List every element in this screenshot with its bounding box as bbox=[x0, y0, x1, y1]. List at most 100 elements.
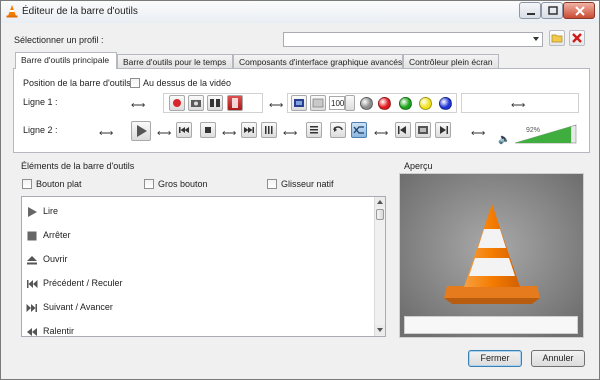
ab-loop-button[interactable] bbox=[207, 95, 223, 111]
list-item-label: Ralentir bbox=[43, 326, 75, 336]
loop-icon bbox=[333, 126, 343, 132]
spacer-icon[interactable]: ⟷ bbox=[374, 128, 388, 139]
skip-back-button[interactable] bbox=[395, 122, 411, 138]
record-button[interactable] bbox=[169, 95, 185, 111]
new-profile-button[interactable] bbox=[549, 30, 565, 46]
native-slider-checkbox[interactable] bbox=[267, 179, 277, 189]
frame-step-icon bbox=[232, 98, 238, 108]
list-item-stop[interactable]: Arrêter bbox=[26, 227, 371, 247]
tab-label: Barre d'outils principale bbox=[21, 55, 110, 65]
snapshot-button[interactable] bbox=[188, 95, 204, 111]
above-video-checkbox[interactable] bbox=[130, 78, 140, 88]
previous-button[interactable] bbox=[176, 122, 192, 138]
title-bar: Éditeur de la barre d'outils bbox=[1, 1, 599, 23]
volume-slider[interactable] bbox=[515, 124, 577, 144]
tab-time-toolbar[interactable]: Barre d'outils pour le temps bbox=[117, 54, 233, 69]
profile-label: Sélectionner un profil : bbox=[14, 35, 104, 45]
spacer-icon[interactable]: ⟷ bbox=[471, 128, 485, 139]
close-button[interactable] bbox=[563, 2, 595, 19]
color-button-green[interactable] bbox=[399, 97, 412, 110]
chevron-up-icon bbox=[377, 200, 383, 204]
spacer-icon[interactable]: ⟷ bbox=[269, 100, 283, 111]
list-item-label: Suivant / Avancer bbox=[43, 302, 113, 312]
skip-forward-button[interactable] bbox=[435, 122, 451, 138]
maximize-icon bbox=[548, 6, 558, 15]
flat-button-label: Bouton plat bbox=[36, 179, 82, 189]
cancel-button[interactable]: Annuler bbox=[531, 350, 585, 367]
frame-by-frame-button[interactable] bbox=[227, 95, 243, 111]
toolbar-editor-window: Éditeur de la barre d'outils Sélectionne… bbox=[0, 0, 600, 380]
stop-icon bbox=[205, 127, 211, 133]
minimize-button[interactable] bbox=[519, 2, 541, 19]
tab-advanced-widgets[interactable]: Composants d'interface graphique avancés bbox=[233, 54, 403, 69]
playlist-view-icon bbox=[312, 98, 324, 108]
profile-combobox[interactable] bbox=[283, 32, 543, 47]
tab-main-toolbar[interactable]: Barre d'outils principale bbox=[15, 52, 117, 69]
elements-list[interactable]: Lire Arrêter Ouvrir Précédent / Reculer … bbox=[21, 196, 386, 337]
color-button-blue[interactable] bbox=[439, 97, 452, 110]
equalizer-icon bbox=[265, 126, 273, 134]
delete-profile-button[interactable] bbox=[569, 30, 585, 46]
tab-fullscreen-controller[interactable]: Contrôleur plein écran bbox=[403, 54, 499, 69]
spacer-icon[interactable]: ⟷ bbox=[131, 100, 145, 111]
vlc-cone-icon bbox=[6, 5, 18, 18]
position-label: Position de la barre d'outils : bbox=[23, 78, 136, 88]
maximize-button[interactable] bbox=[541, 2, 563, 19]
ab-loop-icon bbox=[210, 99, 220, 107]
window-title: Éditeur de la barre d'outils bbox=[22, 6, 138, 17]
spacer-icon[interactable]: ⟷ bbox=[511, 100, 525, 111]
playlist-view-button[interactable] bbox=[310, 95, 326, 111]
next-button[interactable] bbox=[241, 122, 257, 138]
eject-icon bbox=[27, 256, 37, 265]
scroll-down-button[interactable] bbox=[375, 325, 385, 335]
speed-spin-arrows[interactable] bbox=[345, 95, 355, 111]
list-item-play[interactable]: Lire bbox=[26, 203, 371, 223]
eq-button[interactable] bbox=[261, 122, 277, 138]
stop-button[interactable] bbox=[200, 122, 216, 138]
folder-icon bbox=[551, 34, 563, 43]
tab-label: Barre d'outils pour le temps bbox=[123, 57, 227, 67]
spacer-icon[interactable]: ⟷ bbox=[283, 128, 297, 139]
close-dialog-button[interactable]: Fermer bbox=[468, 350, 522, 367]
playlist-button[interactable] bbox=[306, 122, 322, 138]
scroll-thumb[interactable] bbox=[376, 209, 384, 220]
elements-title: Éléments de la barre d'outils bbox=[21, 161, 135, 171]
preview-title: Aperçu bbox=[404, 161, 433, 171]
color-button-grey[interactable] bbox=[360, 97, 373, 110]
frame-button[interactable] bbox=[415, 122, 431, 138]
list-item-next[interactable]: Suivant / Avancer bbox=[26, 299, 371, 319]
previous-icon bbox=[179, 127, 189, 133]
volume-icon: 🔈 bbox=[498, 134, 511, 145]
list-item-previous[interactable]: Précédent / Reculer bbox=[26, 275, 371, 295]
shuffle-icon bbox=[353, 126, 364, 134]
list-item-label: Ouvrir bbox=[43, 254, 68, 264]
spacer-icon[interactable]: ⟷ bbox=[222, 128, 236, 139]
playlist-icon bbox=[310, 126, 318, 134]
spacer-icon[interactable]: ⟷ bbox=[157, 128, 171, 139]
stop-icon bbox=[27, 231, 37, 241]
scroll-up-button[interactable] bbox=[375, 197, 385, 207]
minimize-icon bbox=[527, 13, 535, 15]
big-button-label: Gros bouton bbox=[158, 179, 208, 189]
fullscreen-button[interactable] bbox=[291, 95, 307, 111]
flat-button-checkbox[interactable] bbox=[22, 179, 32, 189]
big-button-checkbox[interactable] bbox=[144, 179, 154, 189]
loop-button[interactable] bbox=[330, 122, 346, 138]
list-scrollbar[interactable] bbox=[374, 197, 385, 336]
color-button-yellow[interactable] bbox=[419, 97, 432, 110]
tab-label: Contrôleur plein écran bbox=[409, 57, 493, 67]
list-item-label: Lire bbox=[43, 206, 59, 216]
random-button[interactable] bbox=[351, 122, 367, 138]
next-icon bbox=[244, 127, 254, 133]
previous-icon bbox=[27, 280, 38, 288]
list-item-open[interactable]: Ouvrir bbox=[26, 251, 371, 271]
camera-icon bbox=[191, 100, 201, 107]
delete-icon bbox=[572, 33, 582, 43]
play-button[interactable] bbox=[131, 121, 151, 141]
speed-spinbox[interactable]: 100 bbox=[329, 96, 345, 110]
list-item-slower[interactable]: Ralentir bbox=[26, 323, 371, 336]
chevron-down-icon bbox=[377, 328, 383, 332]
spacer-icon[interactable]: ⟷ bbox=[99, 128, 113, 139]
fullscreen-icon bbox=[294, 99, 304, 107]
color-button-red[interactable] bbox=[378, 97, 391, 110]
